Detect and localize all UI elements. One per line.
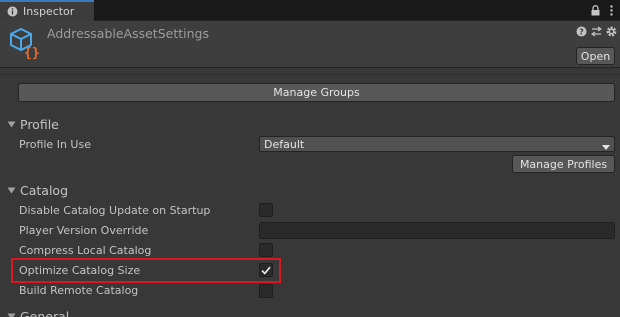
more-options-icon[interactable]: [606, 3, 616, 17]
player-version-override-label: Player Version Override: [19, 223, 149, 237]
build-remote-catalog-label: Build Remote Catalog: [19, 283, 139, 297]
asset-settings-icon: {}: [9, 27, 41, 61]
svg-text:{}: {}: [24, 46, 40, 59]
manage-groups-button[interactable]: Manage Groups: [18, 83, 615, 102]
chevron-down-icon: [602, 141, 610, 150]
general-section-label: General: [20, 308, 70, 317]
foldout-expanded-icon: [6, 185, 16, 195]
help-icon[interactable]: ?: [576, 26, 587, 37]
open-button[interactable]: Open: [576, 47, 615, 65]
player-version-override-field[interactable]: [259, 222, 615, 239]
info-icon: [7, 6, 18, 17]
tab-bar: Inspector: [0, 0, 620, 21]
tab-actions: [590, 3, 616, 17]
profile-foldout[interactable]: Profile: [6, 116, 59, 132]
compress-local-catalog-label: Compress Local Catalog: [19, 243, 152, 257]
profile-in-use-label: Profile In Use: [19, 137, 91, 151]
general-foldout[interactable]: General: [6, 308, 69, 317]
header-icons: ?: [576, 26, 617, 37]
manage-profiles-button[interactable]: Manage Profiles: [512, 155, 615, 173]
highlight-annotation: [11, 258, 281, 283]
divider: [0, 74, 620, 75]
foldout-expanded-icon: [6, 311, 16, 317]
catalog-foldout[interactable]: Catalog: [6, 182, 68, 198]
disable-catalog-update-checkbox[interactable]: [259, 203, 273, 217]
svg-text:?: ?: [579, 28, 584, 37]
asset-title: AddressableAssetSettings: [47, 26, 209, 41]
inspector-header: {} AddressableAssetSettings ? Open: [0, 21, 620, 68]
profile-section-label: Profile: [20, 116, 59, 132]
tab-inspector[interactable]: Inspector: [0, 0, 94, 21]
profile-in-use-dropdown[interactable]: Default: [259, 136, 615, 152]
disable-catalog-update-label: Disable Catalog Update on Startup: [19, 203, 211, 217]
settings-icon[interactable]: [606, 26, 617, 37]
lock-icon[interactable]: [590, 3, 600, 17]
tab-label: Inspector: [23, 5, 75, 18]
foldout-expanded-icon: [6, 119, 16, 129]
preset-icon[interactable]: [591, 26, 602, 37]
catalog-section-label: Catalog: [20, 182, 69, 198]
compress-local-catalog-checkbox[interactable]: [259, 243, 273, 257]
profile-in-use-value: Default: [264, 137, 305, 151]
build-remote-catalog-checkbox[interactable]: [259, 284, 273, 298]
